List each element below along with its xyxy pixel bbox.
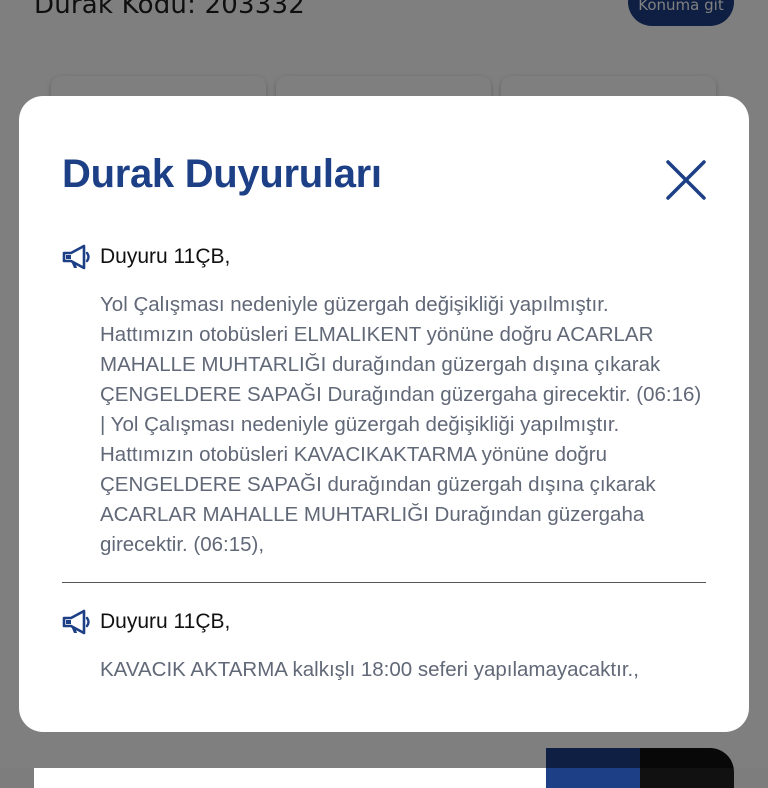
close-icon (666, 160, 706, 200)
modal-title: Durak Duyuruları (62, 152, 382, 196)
announcement-item: Duyuru 11ÇB, Yol Çalışması nedeniyle güz… (62, 242, 706, 560)
announcement-label: Duyuru 11ÇB, (100, 245, 231, 268)
announcement-text: KAVACIK AKTARMA kalkışlı 18:00 seferi ya… (100, 658, 639, 681)
divider (62, 582, 706, 583)
announcement-item: Duyuru 11ÇB, KAVACIK AKTARMA kalkışlı 18… (62, 607, 706, 685)
close-button[interactable] (662, 156, 710, 204)
megaphone-icon (62, 244, 90, 270)
announcement-label: Duyuru 11ÇB, (100, 610, 231, 633)
announcement-text: Yol Çalışması nedeniyle güzergah değişik… (100, 293, 702, 556)
megaphone-icon (62, 609, 90, 635)
stop-announcements-modal: Durak Duyuruları Duyuru 11ÇB, Yol Çalışm… (19, 96, 749, 732)
